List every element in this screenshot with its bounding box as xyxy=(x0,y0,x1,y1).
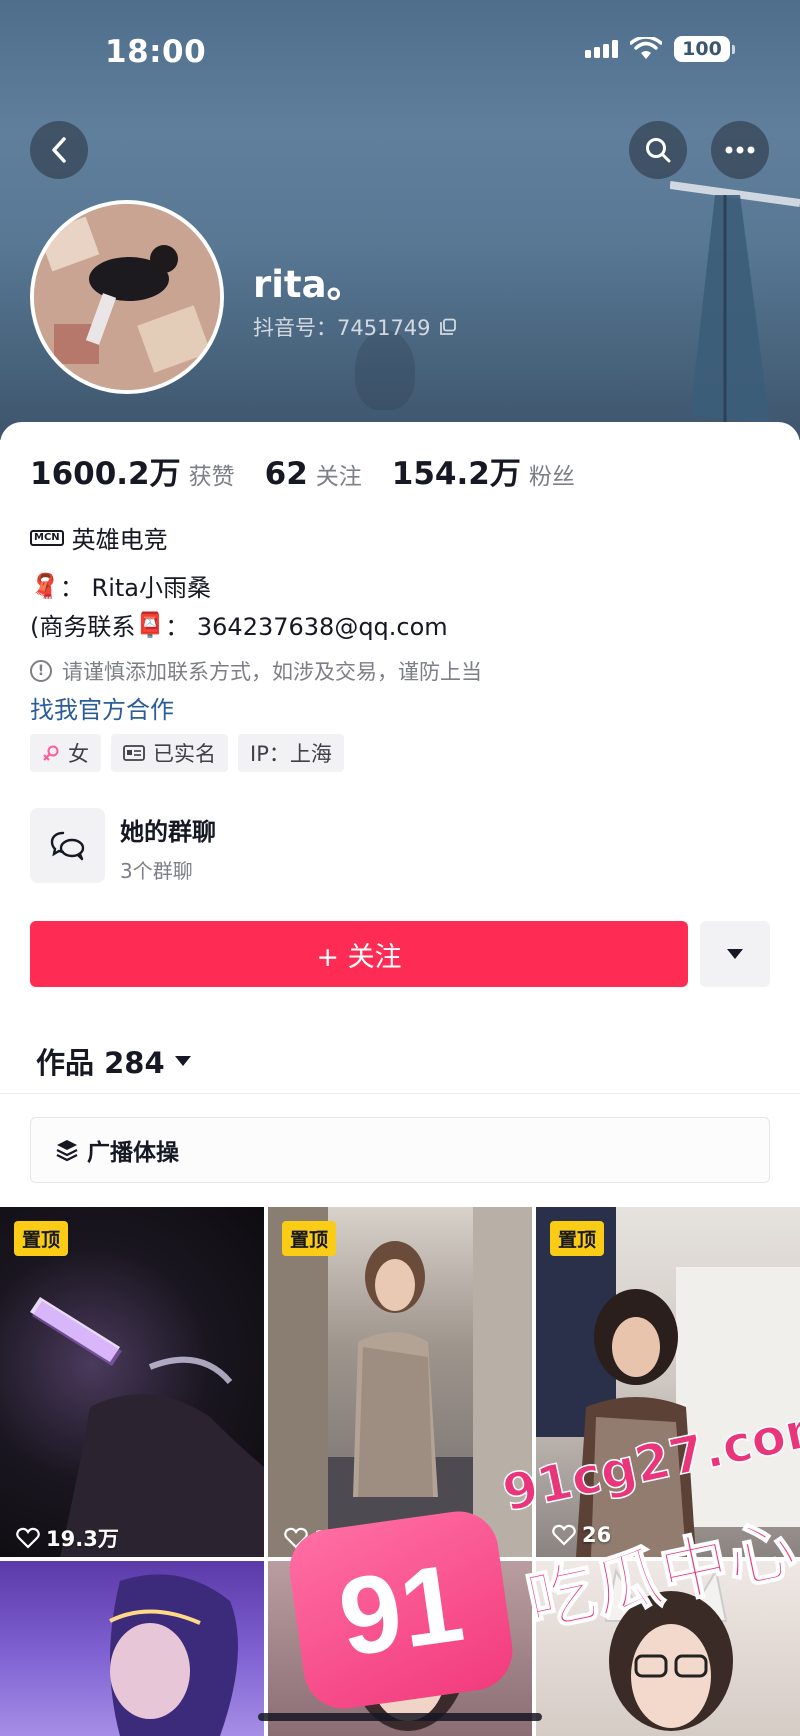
warning-text: 请谨慎添加联系方式，如涉及交易，谨防上当 xyxy=(62,660,482,684)
followers-label[interactable]: 粉丝 xyxy=(529,457,575,491)
likes-count: 1600.2万 xyxy=(30,456,181,492)
ip-location-tag: IP：上海 xyxy=(238,734,344,772)
video-likes: 19.3万 xyxy=(16,1523,119,1553)
profile-tags: 女 已实名 IP：上海 xyxy=(30,734,344,772)
verified-text: 已实名 xyxy=(153,742,216,766)
caret-down-icon xyxy=(174,1056,191,1066)
back-button[interactable] xyxy=(30,121,88,179)
cooperation-link[interactable]: 找我官方合作 xyxy=(30,690,174,725)
avatar[interactable] xyxy=(30,200,224,394)
group-chat-title[interactable]: 她的群聊 xyxy=(120,812,216,847)
profile-stats: 1600.2万 获赞 62 关注 154.2万 粉丝 xyxy=(30,448,605,493)
ip-text: IP：上海 xyxy=(250,742,332,766)
contact-warning: ! 请谨慎添加联系方式，如涉及交易，谨防上当 xyxy=(30,656,482,686)
mcn-badge: MCN xyxy=(30,529,64,546)
video-thumbnail xyxy=(109,1574,238,1736)
verified-tag: 已实名 xyxy=(111,734,228,772)
user-id: 抖音号：7451749 xyxy=(253,312,457,342)
more-dots-icon xyxy=(725,146,755,154)
mcn-name[interactable]: 英雄电竞 xyxy=(72,520,168,555)
pinned-badge: 置顶 xyxy=(550,1221,605,1256)
scarf-emoji: 🧣 xyxy=(30,571,60,600)
chat-bubbles-icon xyxy=(50,831,84,860)
user-id-text: 抖音号：7451749 xyxy=(253,316,431,340)
female-icon xyxy=(43,745,59,761)
likes-label: 获赞 xyxy=(188,464,235,490)
follow-button[interactable]: + 关注 xyxy=(30,921,688,987)
followers-count[interactable]: 154.2万 xyxy=(392,448,521,493)
search-button[interactable] xyxy=(629,121,687,179)
caret-down-icon xyxy=(727,949,743,959)
battery-indicator: 100 xyxy=(674,36,735,62)
group-chat-icon-box[interactable] xyxy=(30,808,105,883)
id-card-icon xyxy=(123,745,145,761)
video-thumbnail xyxy=(268,1207,532,1557)
bio-contact-email: ： 364237638@qq.com xyxy=(165,613,448,641)
collection-chip[interactable]: 广播体操 xyxy=(30,1117,770,1183)
collection-label: 广播体操 xyxy=(87,1140,179,1166)
gender-text: 女 xyxy=(68,742,89,766)
watermark-logo: 91 xyxy=(284,1506,518,1714)
heart-icon xyxy=(16,1527,40,1549)
follow-button-label: + 关注 xyxy=(316,941,402,973)
pinned-badge: 置顶 xyxy=(14,1221,69,1256)
gender-tag: 女 xyxy=(30,734,101,772)
mailbox-emoji: 📮 xyxy=(135,610,166,639)
cellular-signal-icon xyxy=(585,40,618,58)
video-tile[interactable]: 置顶 19.3万 xyxy=(0,1207,264,1557)
video-tile[interactable]: 置顶 39.6万 xyxy=(268,1207,532,1557)
bio-line-2: (商务联系 📮 ： 364237638@qq.com xyxy=(30,607,448,642)
video-likes-count: 19.3万 xyxy=(46,1527,119,1551)
follow-dropdown-button[interactable] xyxy=(700,921,770,987)
search-icon xyxy=(646,138,671,163)
home-indicator xyxy=(258,1713,542,1721)
bio-contact-prefix: (商务联系 xyxy=(30,613,136,641)
tab-divider xyxy=(0,1093,800,1094)
bio-line-1: 🧣 ： Rita小雨桑 xyxy=(30,568,211,603)
copy-icon[interactable] xyxy=(439,318,457,336)
chevron-left-icon xyxy=(52,137,66,163)
warning-icon: ! xyxy=(30,660,52,682)
cover-umbrella xyxy=(670,181,800,425)
status-time: 18:00 xyxy=(105,34,207,70)
status-icons: 100 xyxy=(585,36,735,62)
tab-works[interactable]: 作品 284 xyxy=(36,1040,191,1082)
mcn-line: MCN 英雄电竞 xyxy=(30,520,168,555)
video-thumbnail xyxy=(30,1297,264,1557)
username: rita。 xyxy=(253,263,364,306)
bio-name: ： Rita小雨桑 xyxy=(59,574,211,602)
pinned-badge: 置顶 xyxy=(282,1221,337,1256)
cover-figure xyxy=(355,330,415,410)
avatar-photo xyxy=(34,204,220,390)
video-tile[interactable] xyxy=(0,1561,264,1736)
more-options-button[interactable] xyxy=(711,121,769,179)
works-tab-label: 作品 284 xyxy=(36,1046,165,1080)
following-count[interactable]: 62 xyxy=(265,456,308,492)
wifi-icon xyxy=(630,37,662,59)
following-label[interactable]: 关注 xyxy=(316,457,362,491)
layers-icon xyxy=(56,1140,78,1162)
group-chat-count: 3个群聊 xyxy=(120,859,193,883)
